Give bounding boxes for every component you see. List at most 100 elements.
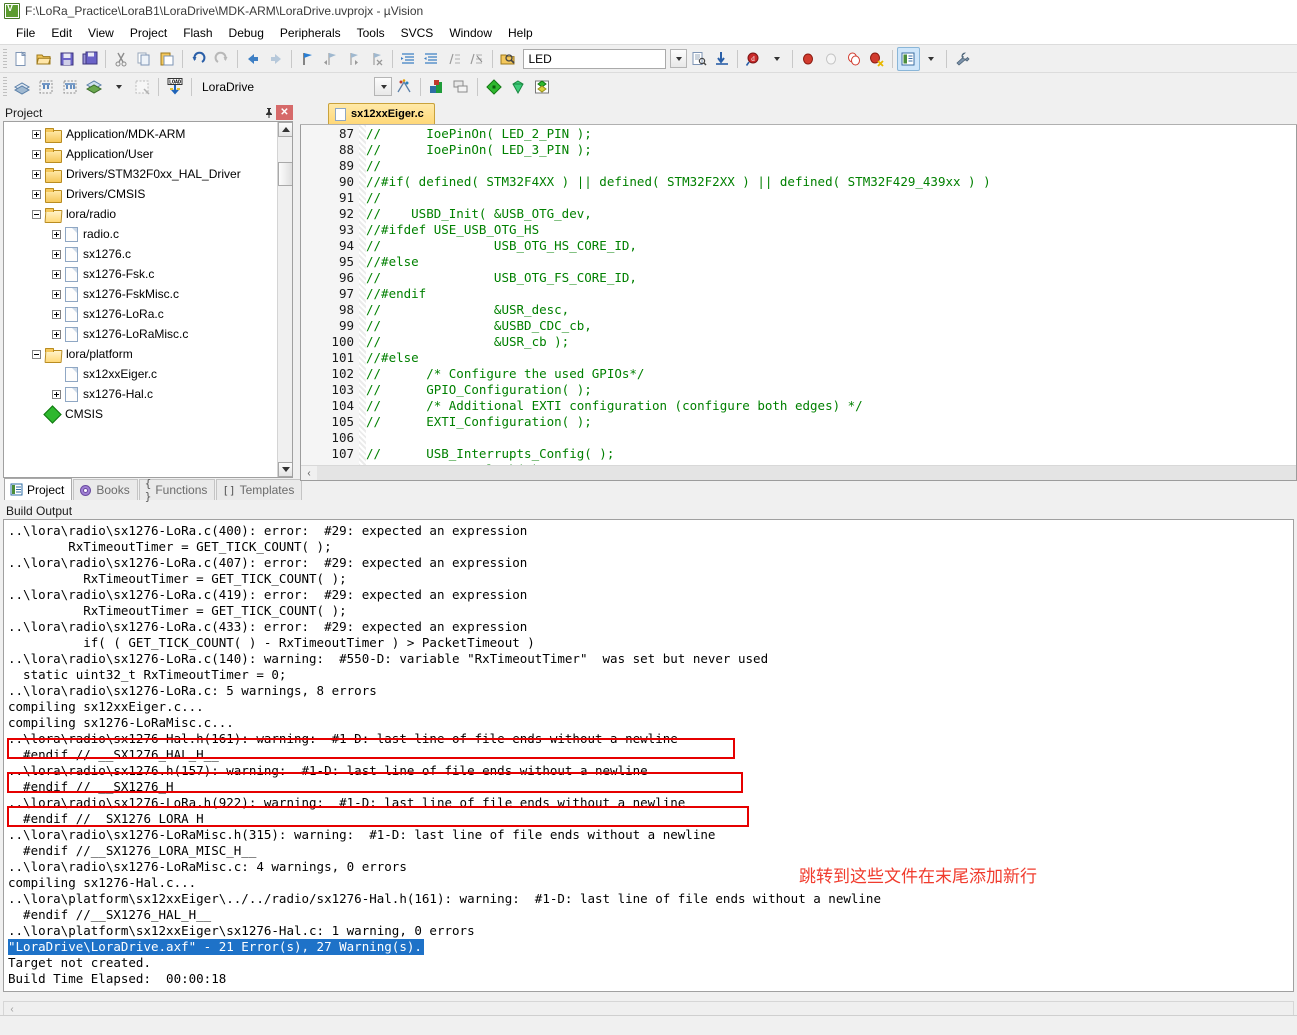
paste-icon[interactable]	[156, 47, 179, 71]
tree-item[interactable]: CMSIS	[4, 404, 292, 424]
tree-item[interactable]: sx12xxEiger.c	[4, 364, 292, 384]
expand-toggle-icon[interactable]	[52, 269, 61, 279]
tree-item[interactable]: sx1276-LoRa.c	[4, 304, 292, 324]
bookmark-next-icon[interactable]	[342, 47, 365, 71]
code-editor[interactable]: 87 // IoePinOn( LED_2_PIN ); 88 // IoePinOn…	[300, 125, 1297, 481]
open-file-icon[interactable]	[33, 47, 56, 71]
expand-toggle-icon[interactable]	[52, 329, 61, 339]
expand-toggle-icon[interactable]	[52, 289, 61, 299]
tree-item[interactable]: sx1276-LoRaMisc.c	[4, 324, 292, 344]
comment-icon[interactable]	[442, 47, 465, 71]
menu-edit[interactable]: Edit	[43, 24, 80, 42]
collapse-toggle-icon[interactable]	[32, 349, 41, 359]
indent-icon[interactable]	[397, 47, 420, 71]
breakpoint-disable-icon[interactable]	[842, 47, 865, 71]
tree-item[interactable]: sx1276-Fsk.c	[4, 264, 292, 284]
editor-hscroll-track[interactable]	[317, 465, 1296, 480]
bookmark-prev-icon[interactable]	[319, 47, 342, 71]
tree-item[interactable]: radio.c	[4, 224, 292, 244]
target-dropdown-icon[interactable]	[374, 77, 392, 96]
configuration-wizard-icon[interactable]	[951, 47, 974, 71]
debug-dropdown-icon[interactable]	[765, 47, 788, 71]
cut-icon[interactable]	[110, 47, 133, 71]
find-dropdown-icon[interactable]	[670, 49, 688, 68]
outdent-icon[interactable]	[419, 47, 442, 71]
collapse-toggle-icon[interactable]	[32, 209, 41, 219]
bookmark-clear-icon[interactable]	[365, 47, 388, 71]
copy-icon[interactable]	[133, 47, 156, 71]
tree-item[interactable]: Application/MDK-ARM	[4, 124, 292, 144]
breakpoint-kill-all-icon[interactable]	[819, 47, 842, 71]
project-window-dropdown-icon[interactable]	[920, 47, 943, 71]
tree-item[interactable]: sx1276-FskMisc.c	[4, 284, 292, 304]
find-in-files-icon[interactable]	[497, 47, 520, 71]
batch-build-icon[interactable]	[82, 75, 106, 99]
uncomment-icon[interactable]	[465, 47, 488, 71]
rebuild-all-icon[interactable]	[58, 75, 82, 99]
breakpoint-disable-all-icon[interactable]	[865, 47, 888, 71]
menu-peripherals[interactable]: Peripherals	[272, 24, 349, 42]
menu-view[interactable]: View	[80, 24, 122, 42]
manage-project-items-icon[interactable]	[530, 75, 554, 99]
manage-runtime-icon[interactable]	[425, 75, 449, 99]
toolbar-grip[interactable]	[3, 76, 7, 97]
build-result-line[interactable]: "LoraDrive\LoraDrive.axf" - 21 Error(s),…	[8, 939, 424, 955]
pack-installer-icon[interactable]	[506, 75, 530, 99]
debug-icon[interactable]: d	[742, 47, 765, 71]
tree-item[interactable]: sx1276.c	[4, 244, 292, 264]
document-tab-sx12xxeiger[interactable]: sx12xxEiger.c	[328, 103, 435, 124]
tab-books[interactable]: Books	[73, 479, 138, 500]
expand-toggle-icon[interactable]	[52, 309, 61, 319]
insert-file-icon[interactable]	[687, 47, 710, 71]
menu-flash[interactable]: Flash	[175, 24, 220, 42]
menu-file[interactable]: File	[8, 24, 43, 42]
target-options-icon[interactable]	[392, 75, 416, 99]
project-tree-scrollbar[interactable]	[277, 122, 292, 477]
scroll-thumb[interactable]	[278, 162, 292, 186]
menu-svcs[interactable]: SVCS	[393, 24, 442, 42]
menu-help[interactable]: Help	[500, 24, 541, 42]
save-all-icon[interactable]	[78, 47, 101, 71]
find-combo[interactable]: LED	[523, 48, 667, 69]
new-file-icon[interactable]	[10, 47, 33, 71]
tab-functions[interactable]: { } Functions	[138, 477, 216, 503]
menu-debug[interactable]: Debug	[221, 24, 272, 42]
batch-build-dropdown-icon[interactable]	[106, 75, 130, 99]
toolbar-grip[interactable]	[3, 48, 7, 69]
expand-toggle-icon[interactable]	[52, 389, 61, 399]
project-tree-container[interactable]: Application/MDK-ARM Application/User Drive…	[3, 121, 293, 478]
multi-project-icon[interactable]	[449, 75, 473, 99]
tree-item[interactable]: Drivers/CMSIS	[4, 184, 292, 204]
menu-project[interactable]: Project	[122, 24, 175, 42]
expand-toggle-icon[interactable]	[32, 169, 41, 179]
tree-item[interactable]: Application/User	[4, 144, 292, 164]
navigate-back-icon[interactable]	[242, 47, 265, 71]
translate-file-icon[interactable]	[10, 75, 34, 99]
tree-item[interactable]: Drivers/STM32F0xx_HAL_Driver	[4, 164, 292, 184]
download-icon[interactable]: LOAD	[163, 75, 187, 99]
project-window-icon[interactable]	[896, 46, 920, 71]
expand-toggle-icon[interactable]	[52, 229, 61, 239]
components-icon[interactable]	[482, 75, 506, 99]
tree-item[interactable]: sx1276-Hal.c	[4, 384, 292, 404]
build-scroll-left-icon[interactable]: ‹	[4, 1002, 20, 1016]
pin-icon[interactable]	[261, 105, 276, 120]
scroll-left-icon[interactable]: ‹	[301, 466, 317, 481]
build-output-body[interactable]: ..\lora\radio\sx1276-LoRa.c(400): error:…	[3, 519, 1294, 992]
tab-templates[interactable]: [] Templates	[216, 479, 303, 500]
menu-window[interactable]: Window	[441, 24, 500, 42]
target-select[interactable]: LoraDrive	[196, 76, 316, 98]
bookmark-toggle-icon[interactable]	[296, 47, 319, 71]
tree-item[interactable]: lora/platform	[4, 344, 292, 364]
close-icon[interactable]: ✕	[276, 105, 293, 120]
configure-target-icon[interactable]	[710, 47, 733, 71]
build-target-icon[interactable]	[34, 75, 58, 99]
expand-toggle-icon[interactable]	[32, 129, 41, 139]
stop-build-icon[interactable]	[130, 75, 154, 99]
expand-toggle-icon[interactable]	[52, 249, 61, 259]
expand-toggle-icon[interactable]	[32, 149, 41, 159]
save-icon[interactable]	[55, 47, 78, 71]
expand-toggle-icon[interactable]	[32, 189, 41, 199]
breakpoint-insert-icon[interactable]	[797, 47, 820, 71]
tree-item[interactable]: lora/radio	[4, 204, 292, 224]
